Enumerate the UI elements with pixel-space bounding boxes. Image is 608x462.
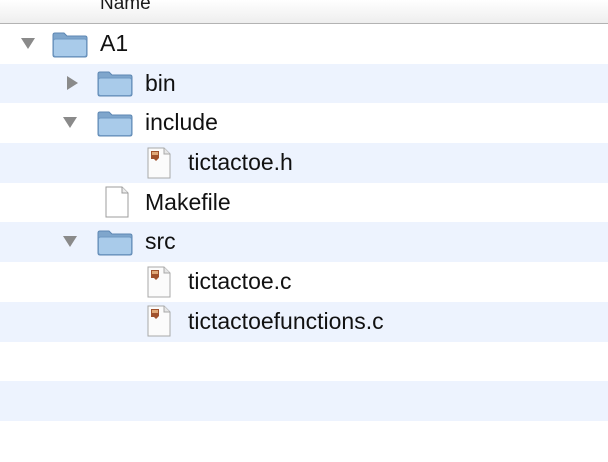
item-label: tictactoe.c [188,268,292,295]
list-row-tictactoe-h[interactable]: tictactoe.h [0,143,608,183]
finder-list-view: Name A1 bin include tictactoe.h Makefile… [0,0,608,462]
file-list: A1 bin include tictactoe.h Makefile src … [0,24,608,461]
list-row-include[interactable]: include [0,103,608,143]
list-row-makefile[interactable]: Makefile [0,183,608,223]
item-label: include [145,109,218,136]
disclosure-triangle-expanded-icon[interactable] [60,222,80,261]
disclosure-triangle-expanded-icon[interactable] [18,24,38,63]
source-file-icon [146,143,172,182]
item-label: bin [145,69,176,96]
item-label: Makefile [145,188,231,215]
column-header[interactable]: Name [0,0,608,24]
folder-icon [52,24,88,63]
folder-icon [97,222,133,261]
disclosure-triangle-expanded-icon[interactable] [60,103,80,142]
disclosure-triangle-collapsed-icon[interactable] [62,64,82,103]
item-label: src [145,228,176,255]
document-icon [104,183,130,222]
list-row-src[interactable]: src [0,222,608,263]
empty-row [0,421,608,461]
name-column-header[interactable]: Name [100,0,151,15]
item-label: tictactoe.h [188,149,293,176]
folder-icon [97,103,133,142]
source-file-icon [146,262,172,301]
list-row-bin[interactable]: bin [0,63,608,104]
list-row-tictactoefunctions-c[interactable]: tictactoefunctions.c [0,301,608,342]
item-label: A1 [100,30,129,56]
empty-row [0,381,608,421]
list-row-a1[interactable]: A1 [0,24,608,64]
item-label: tictactoefunctions.c [188,307,384,334]
folder-icon [97,64,133,103]
list-row-tictactoe-c[interactable]: tictactoe.c [0,262,608,302]
source-file-icon [146,302,172,341]
empty-row [0,342,608,382]
